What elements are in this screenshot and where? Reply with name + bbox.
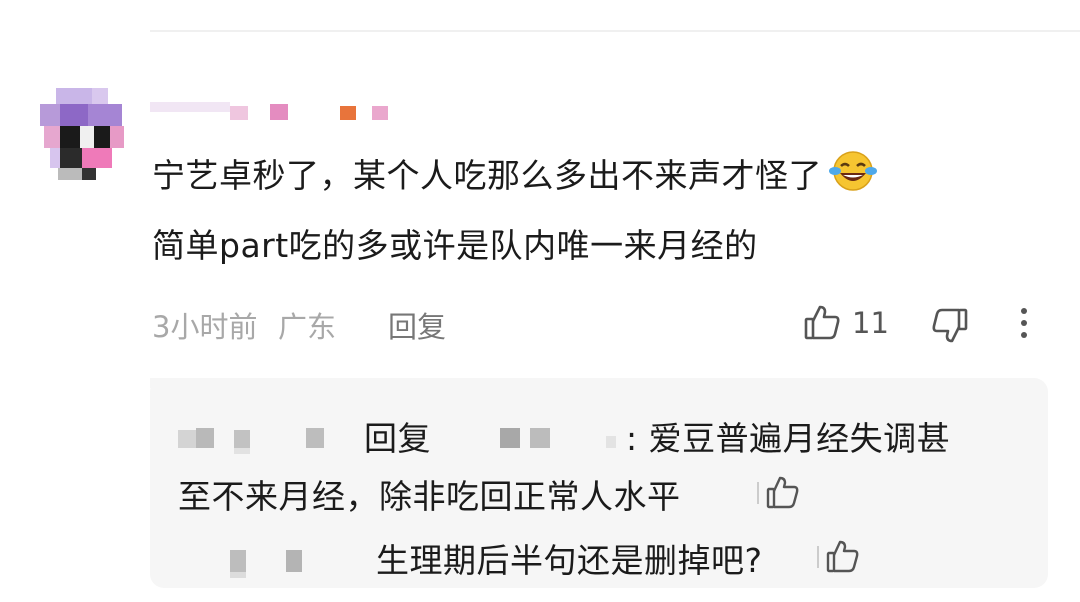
reply-2-text: 生理期后半句还是删掉吧? xyxy=(376,541,763,580)
reply-1-target-censored[interactable] xyxy=(500,428,560,452)
top-divider xyxy=(150,30,1080,32)
avatar[interactable] xyxy=(36,88,128,180)
comment-location: 广东 xyxy=(278,310,337,344)
comment-line-2: 简单part吃的多或许是队内唯一来月经的 xyxy=(152,226,758,265)
reply-2-thumbs-up-icon[interactable] xyxy=(814,536,862,580)
reply-1-text-a: : 爱豆普遍月经失调甚 xyxy=(626,419,951,458)
reply-button[interactable]: 回复 xyxy=(388,304,446,346)
reply-1-prefix: 回复 xyxy=(364,419,431,458)
like-count: 11 xyxy=(852,306,889,340)
reply-1-target-censored-2 xyxy=(606,432,620,450)
reply-1-author-censored-2 xyxy=(300,428,330,452)
laughing-with-tears-emoji-icon xyxy=(828,149,878,214)
reply-2-author-censored[interactable] xyxy=(230,550,310,580)
comment-time: 3小时前 xyxy=(152,310,258,344)
comment-line-1: 宁艺卓秒了，某个人吃那么多出不来声才怪了 xyxy=(152,156,822,195)
reply-1-author-censored[interactable] xyxy=(178,428,288,454)
comment-text: 宁艺卓秒了，某个人吃那么多出不来声才怪了 简单part吃的多或许是队内唯一来月经… xyxy=(152,144,1032,278)
reply-1-thumbs-up-icon[interactable] xyxy=(754,472,802,516)
reply-1-text-b: 至不来月经，除非吃回正常人水平 xyxy=(178,477,681,516)
username-censored[interactable] xyxy=(150,100,410,126)
more-vertical-icon[interactable] xyxy=(1014,306,1034,346)
thumbs-up-icon[interactable] xyxy=(802,302,842,346)
replies-container: 回复 : 爱豆普遍月经失调甚 至不来月经，除非吃回正常人水平 生理期后半句还是删… xyxy=(150,378,1048,588)
thumbs-down-icon[interactable] xyxy=(930,306,970,350)
